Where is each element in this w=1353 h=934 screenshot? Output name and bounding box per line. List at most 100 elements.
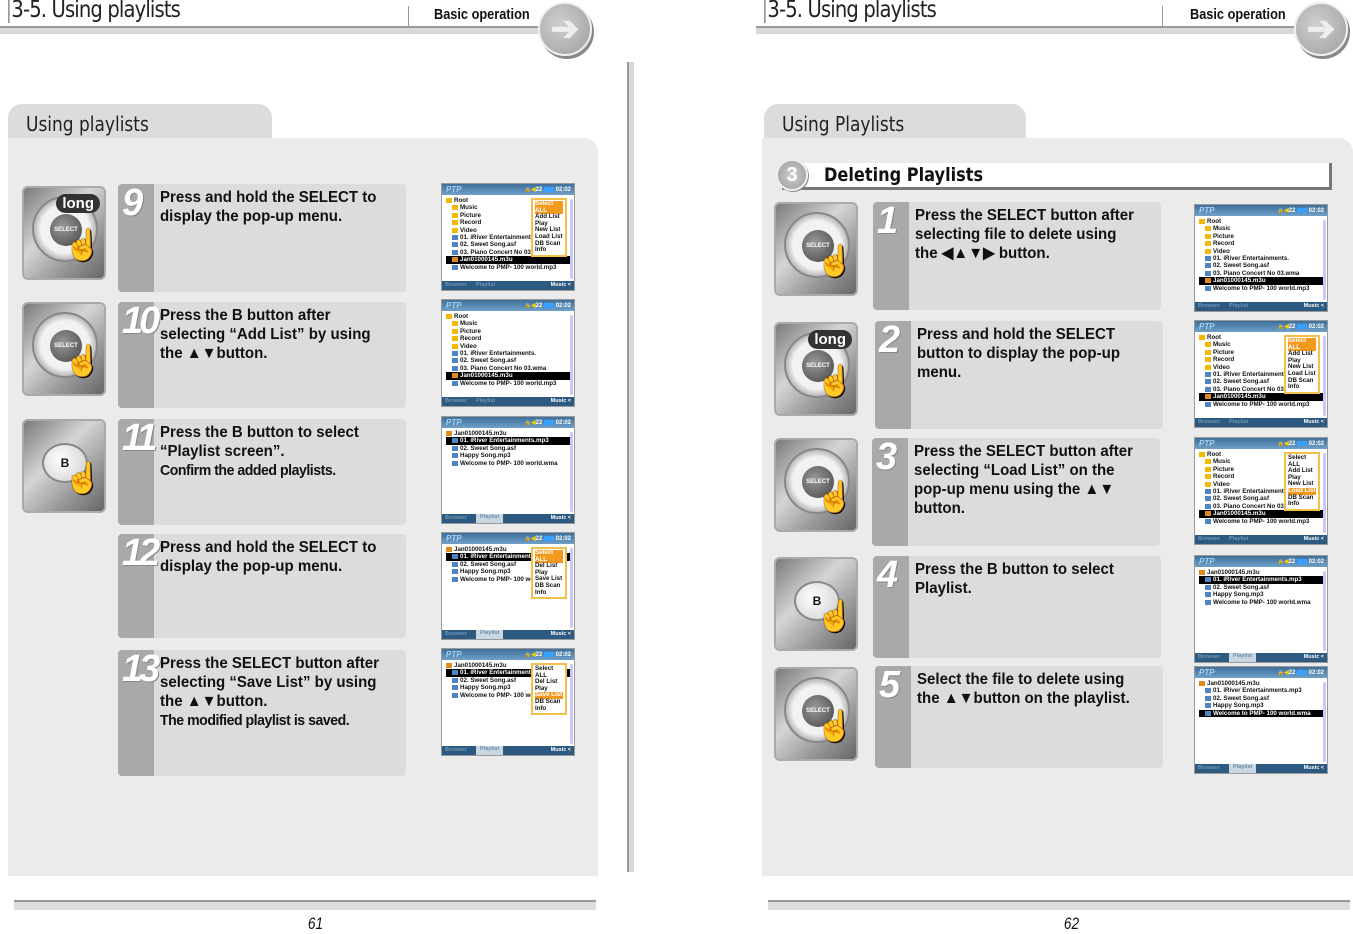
file-list-item[interactable]: 02. Sweet Song.asf	[1199, 262, 1324, 269]
file-list: Jan01000145.m3u 01. iRiver Entertainments…	[442, 428, 574, 467]
file-list-item[interactable]: Root	[1199, 218, 1324, 225]
folder-icon	[1205, 241, 1211, 247]
file-list-item[interactable]: Picture	[1199, 233, 1324, 240]
file-list-item[interactable]: Welcome to PMP- 100 world.mp3	[1199, 285, 1324, 292]
music-file-icon	[452, 365, 458, 371]
tab-playlist[interactable]: Playlist	[1229, 303, 1248, 309]
scrollbar[interactable]	[1323, 220, 1326, 300]
tab-browser[interactable]: Browser	[445, 747, 467, 753]
file-list-item[interactable]: Welcome to PMP- 100 world.wma	[446, 460, 571, 467]
scrollbar[interactable]	[1323, 336, 1326, 416]
file-list-item[interactable]: Picture	[446, 328, 571, 335]
file-list-item[interactable]: 02. Sweet Song.asf	[446, 357, 571, 364]
screen-logo: PTP	[1199, 206, 1215, 215]
music-file-icon	[1205, 710, 1211, 716]
music-file-icon	[1205, 584, 1211, 590]
file-list-item[interactable]: Jan01000145.m3u	[446, 256, 571, 264]
file-list-item[interactable]: Root	[446, 313, 571, 320]
file-list-item[interactable]: Jan01000145.m3u	[446, 430, 571, 437]
tab-playlist[interactable]: Playlist	[476, 746, 504, 755]
file-list-item[interactable]: Jan01000145.m3u	[1199, 569, 1324, 576]
file-list-item[interactable]: Welcome to PMP- 100 world.mp3	[1199, 401, 1324, 408]
tab-playlist[interactable]: Playlist	[476, 514, 504, 523]
file-list-item[interactable]: 01. iRiver Entertainments.	[1199, 255, 1324, 262]
scrollbar[interactable]	[570, 199, 573, 279]
popup-menu-item[interactable]: Info	[1288, 384, 1316, 391]
mode-label: Music <	[550, 747, 571, 753]
file-list-item[interactable]: Record	[446, 335, 571, 342]
tab-browser[interactable]: Browser	[1198, 536, 1220, 542]
tab-playlist[interactable]: Playlist	[1229, 536, 1248, 542]
file-list-item[interactable]: Jan01000145.m3u	[1199, 277, 1324, 285]
tab-browser[interactable]: Browser	[445, 398, 467, 404]
tab-browser[interactable]: Browser	[1198, 765, 1220, 771]
tab-playlist[interactable]: Playlist	[476, 282, 495, 288]
player-screen: PTP 🔒◀22 02:02 Jan01000145.m3u 01. iRiver E…	[441, 532, 575, 640]
folder-icon	[452, 227, 458, 233]
scrollbar[interactable]	[1323, 682, 1326, 762]
file-list-item[interactable]: 03. Piano Concert No 03.wma	[1199, 270, 1324, 277]
device-button-image: SELECT ☝	[774, 667, 858, 761]
scrollbar[interactable]	[570, 315, 573, 395]
right-arrow-icon[interactable]: ➔	[538, 2, 592, 56]
tab-browser[interactable]: Browser	[1198, 419, 1220, 425]
step-number: 2	[879, 319, 900, 361]
file-list-item[interactable]: 01. iRiver Entertainments.mp3	[1199, 687, 1324, 694]
tab-playlist[interactable]: Playlist	[1229, 419, 1248, 425]
tab-browser[interactable]: Browser	[445, 282, 467, 288]
tab-playlist[interactable]: Playlist	[1229, 653, 1257, 662]
tab-browser[interactable]: Browser	[1198, 303, 1220, 309]
scrollbar[interactable]	[1323, 453, 1326, 533]
file-list-item[interactable]: 03. Piano Concert No 03.wma	[446, 365, 571, 372]
music-file-icon	[1205, 518, 1211, 524]
file-list-item[interactable]: 02. Sweet Song.asf	[1199, 584, 1324, 591]
tab-browser[interactable]: Browser	[445, 515, 467, 521]
file-list-item[interactable]: 01. iRiver Entertainments.mp3	[1199, 576, 1324, 584]
device-button-image: B ☝	[774, 557, 858, 651]
file-list-item[interactable]: Welcome to PMP- 100 world.mp3	[446, 380, 571, 387]
screen-logo: PTP	[1199, 668, 1215, 677]
scrollbar[interactable]	[570, 664, 573, 744]
scrollbar[interactable]	[570, 548, 573, 628]
screen-logo: PTP	[446, 534, 462, 543]
file-list-item[interactable]: Record	[1199, 240, 1324, 247]
file-list-item[interactable]: Happy Song.mp3	[1199, 702, 1324, 709]
popup-menu-item[interactable]: Info	[535, 247, 563, 254]
volume-level: 22	[535, 303, 543, 309]
file-list-item[interactable]: Jan01000145.m3u	[1199, 680, 1324, 687]
battery-icon	[543, 186, 554, 192]
file-list-item[interactable]: Welcome to PMP- 100 world.wma	[1199, 709, 1324, 718]
tab-playlist[interactable]: Playlist	[476, 630, 504, 639]
tab-playlist[interactable]: Playlist	[476, 398, 495, 404]
section-heading-title: Deleting Playlists	[824, 164, 984, 186]
popup-menu-item[interactable]: Info	[535, 705, 563, 713]
file-list-item[interactable]: Jan01000145.m3u	[1199, 510, 1324, 518]
file-list-item[interactable]: Music	[446, 320, 571, 327]
section-number-badge: 3	[776, 159, 808, 191]
popup-menu-item[interactable]: Info	[1288, 501, 1316, 508]
popup-menu-item[interactable]: Info	[535, 589, 563, 597]
file-list-item[interactable]: Welcome to PMP- 100 world.mp3	[446, 264, 571, 271]
battery-icon	[543, 535, 554, 541]
file-list-item[interactable]: Jan01000145.m3u	[1199, 393, 1324, 401]
right-arrow-icon[interactable]: ➔	[1294, 2, 1348, 56]
tab-playlist[interactable]: Playlist	[1229, 764, 1257, 773]
file-list-item[interactable]: Video	[1199, 248, 1324, 255]
scrollbar[interactable]	[570, 432, 573, 512]
file-list-item[interactable]: 01. iRiver Entertainments.mp3	[446, 437, 571, 445]
scrollbar[interactable]	[1323, 571, 1326, 651]
file-list-item[interactable]: Video	[446, 343, 571, 350]
file-list-item[interactable]: Welcome to PMP- 100 world.wma	[1199, 599, 1324, 606]
tab-browser[interactable]: Browser	[445, 631, 467, 637]
file-list-item[interactable]: Happy Song.mp3	[1199, 591, 1324, 598]
screen-tab-bar: Browser Playlist Music <	[442, 514, 574, 523]
file-list-item[interactable]: 01. iRiver Entertainments.	[446, 350, 571, 357]
file-list-item[interactable]: Happy Song.mp3	[446, 452, 571, 459]
file-list-item[interactable]: Music	[1199, 225, 1324, 232]
tab-browser[interactable]: Browser	[1198, 654, 1220, 660]
file-list-item[interactable]: Jan01000145.m3u	[446, 372, 571, 380]
file-list-item[interactable]: Welcome to PMP- 100 world.mp3	[1199, 518, 1324, 525]
file-list-item[interactable]: 02. Sweet Song.asf	[1199, 695, 1324, 702]
device-button-image: SELECT ☝	[22, 302, 106, 396]
file-list-item[interactable]: 02. Sweet Song.asf	[446, 445, 571, 452]
